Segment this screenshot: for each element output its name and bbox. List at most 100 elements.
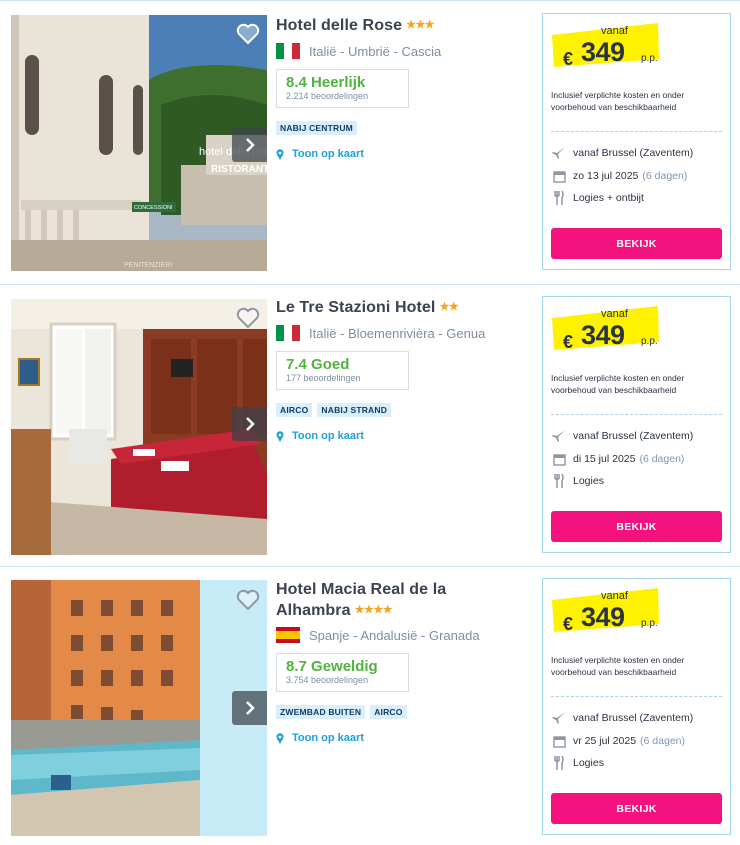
calendar-icon (551, 734, 567, 748)
cutlery-icon (551, 474, 567, 488)
show-on-map-link[interactable]: Toon op kaart (276, 430, 532, 442)
departure-row: vanaf Brussel (Zaventem) (551, 146, 693, 160)
next-photo-button[interactable] (232, 128, 267, 162)
date-row: zo 13 jul 2025 (6 dagen) (551, 169, 687, 183)
favorite-heart-icon[interactable] (236, 23, 260, 45)
map-pin-icon (276, 732, 284, 744)
feature-tags: ZWEMBAD BUITEN AIRCO (276, 705, 532, 719)
departure-row: vanaf Brussel (Zaventem) (551, 711, 693, 725)
view-deal-button[interactable]: BEKIJK (551, 793, 722, 824)
review-count: 177 beoordelingen (286, 373, 361, 383)
departure-text: vanaf Brussel (Zaventem) (573, 430, 694, 442)
price-from-label: vanaf (601, 25, 628, 37)
location-text: Spanje - Andalusië - Granada (309, 627, 480, 643)
hotel-photo[interactable] (11, 299, 267, 555)
italy-flag-icon (276, 43, 300, 59)
hotel-name[interactable]: Le Tre Stazioni Hotel (276, 299, 435, 316)
map-pin-icon (276, 148, 284, 160)
duration-text: (6 dagen) (640, 735, 685, 747)
currency-symbol: € (563, 49, 574, 69)
hotel-info: Hotel delle Rose ★★★ Italië - Umbrië - Ca… (276, 15, 532, 160)
chevron-right-icon (245, 138, 255, 152)
board-row: Logies (551, 474, 604, 488)
hotel-name-continued[interactable]: Alhambra (276, 602, 351, 619)
airplane-icon (551, 711, 567, 725)
show-on-map-link[interactable]: Toon op kaart (276, 148, 532, 160)
feature-tags: AIRCO NABIJ STRAND (276, 403, 532, 417)
feature-tag: ZWEMBAD BUITEN (276, 705, 366, 719)
view-deal-button[interactable]: BEKIJK (551, 228, 722, 259)
review-label: Goed (311, 356, 350, 373)
review-score-box: 8.4 Heerlijk 2.214 beoordelingen (276, 69, 409, 108)
hotel-name[interactable]: Hotel delle Rose (276, 17, 402, 34)
hotel-photo[interactable] (11, 580, 267, 836)
review-score: 8.4 (286, 74, 307, 91)
photo-watermark: PENITENZIERI (124, 262, 172, 269)
hotel-info: Le Tre Stazioni Hotel ★★ Italië - Bloemen… (276, 297, 532, 442)
feature-tag: AIRCO (370, 705, 407, 719)
departure-row: vanaf Brussel (Zaventem) (551, 429, 693, 443)
next-photo-button[interactable] (232, 407, 267, 441)
hotel-info: Hotel Macia Real de la Alhambra ★★★★ Span… (276, 579, 532, 744)
review-score: 7.4 (286, 356, 307, 373)
calendar-icon (551, 169, 567, 183)
map-pin-icon (276, 430, 284, 442)
spain-flag-icon (276, 627, 300, 643)
star-rating-icon: ★★★ (406, 19, 435, 31)
feature-tag: AIRCO (276, 403, 313, 417)
date-row: di 15 jul 2025 (6 dagen) (551, 452, 684, 466)
chevron-right-icon (245, 417, 255, 431)
italy-flag-icon (276, 325, 300, 341)
review-count: 3.754 beoordelingen (286, 675, 369, 685)
price-amount: 349 (581, 320, 625, 350)
board-text: Logies (573, 475, 604, 487)
review-label: Geweldig (311, 658, 378, 675)
airplane-icon (551, 146, 567, 160)
hotel-photo[interactable]: hotel delle rose RISTORANTE CONCESSIONI … (11, 15, 267, 271)
price-amount: 349 (581, 602, 625, 632)
feature-tag: NABIJ CENTRUM (276, 121, 357, 135)
divider (551, 131, 722, 132)
date-text: vr 25 jul 2025 (573, 735, 637, 747)
price-box: vanaf € 349 p.p. Inclusief verplichte ko… (542, 13, 731, 270)
cutlery-icon (551, 756, 567, 770)
date-row: vr 25 jul 2025 (6 dagen) (551, 734, 685, 748)
price-disclaimer: Inclusief verplichte kosten en onder voo… (551, 373, 685, 395)
photo-sign-text: RISTORANTE (211, 164, 267, 175)
review-count: 2.214 beoordelingen (286, 91, 369, 101)
favorite-heart-icon[interactable] (236, 307, 260, 329)
hotel-location: Italië - Umbrië - Cascia (276, 43, 532, 59)
board-row: Logies + ontbijt (551, 191, 644, 205)
board-row: Logies (551, 756, 604, 770)
hotel-location: Spanje - Andalusië - Granada (276, 627, 532, 643)
hotel-location: Italië - Bloemenrivièra - Genua (276, 325, 532, 341)
review-score: 8.7 (286, 658, 307, 675)
price-box: vanaf € 349 p.p. Inclusief verplichte ko… (542, 296, 731, 553)
price-from-label: vanaf (601, 590, 628, 602)
per-person-label: p.p. (641, 618, 658, 629)
review-label: Heerlijk (311, 74, 366, 91)
star-rating-icon: ★★★★ (354, 604, 393, 616)
currency-symbol: € (563, 614, 574, 634)
hotel-results-list: hotel delle rose RISTORANTE CONCESSIONI … (0, 0, 740, 845)
show-on-map-link[interactable]: Toon op kaart (276, 732, 532, 744)
hotel-card: Le Tre Stazioni Hotel ★★ Italië - Bloemen… (0, 284, 740, 566)
price-amount: 349 (581, 37, 625, 67)
hotel-name-row: Hotel Macia Real de la Alhambra ★★★★ (276, 579, 532, 621)
departure-text: vanaf Brussel (Zaventem) (573, 147, 694, 159)
divider (551, 696, 722, 697)
airplane-icon (551, 429, 567, 443)
location-text: Italië - Bloemenrivièra - Genua (309, 325, 486, 341)
view-deal-button[interactable]: BEKIJK (551, 511, 722, 542)
duration-text: (6 dagen) (642, 170, 688, 182)
duration-text: (6 dagen) (639, 453, 685, 465)
feature-tag: NABIJ STRAND (317, 403, 392, 417)
per-person-label: p.p. (641, 53, 658, 64)
board-text: Logies + ontbijt (573, 192, 644, 204)
hotel-name[interactable]: Hotel Macia Real de la (276, 579, 532, 600)
next-photo-button[interactable] (232, 691, 267, 725)
hotel-name-row: Hotel delle Rose ★★★ (276, 15, 532, 36)
favorite-heart-icon[interactable] (236, 589, 260, 611)
board-text: Logies (573, 757, 604, 769)
location-text: Italië - Umbrië - Cascia (309, 43, 442, 59)
